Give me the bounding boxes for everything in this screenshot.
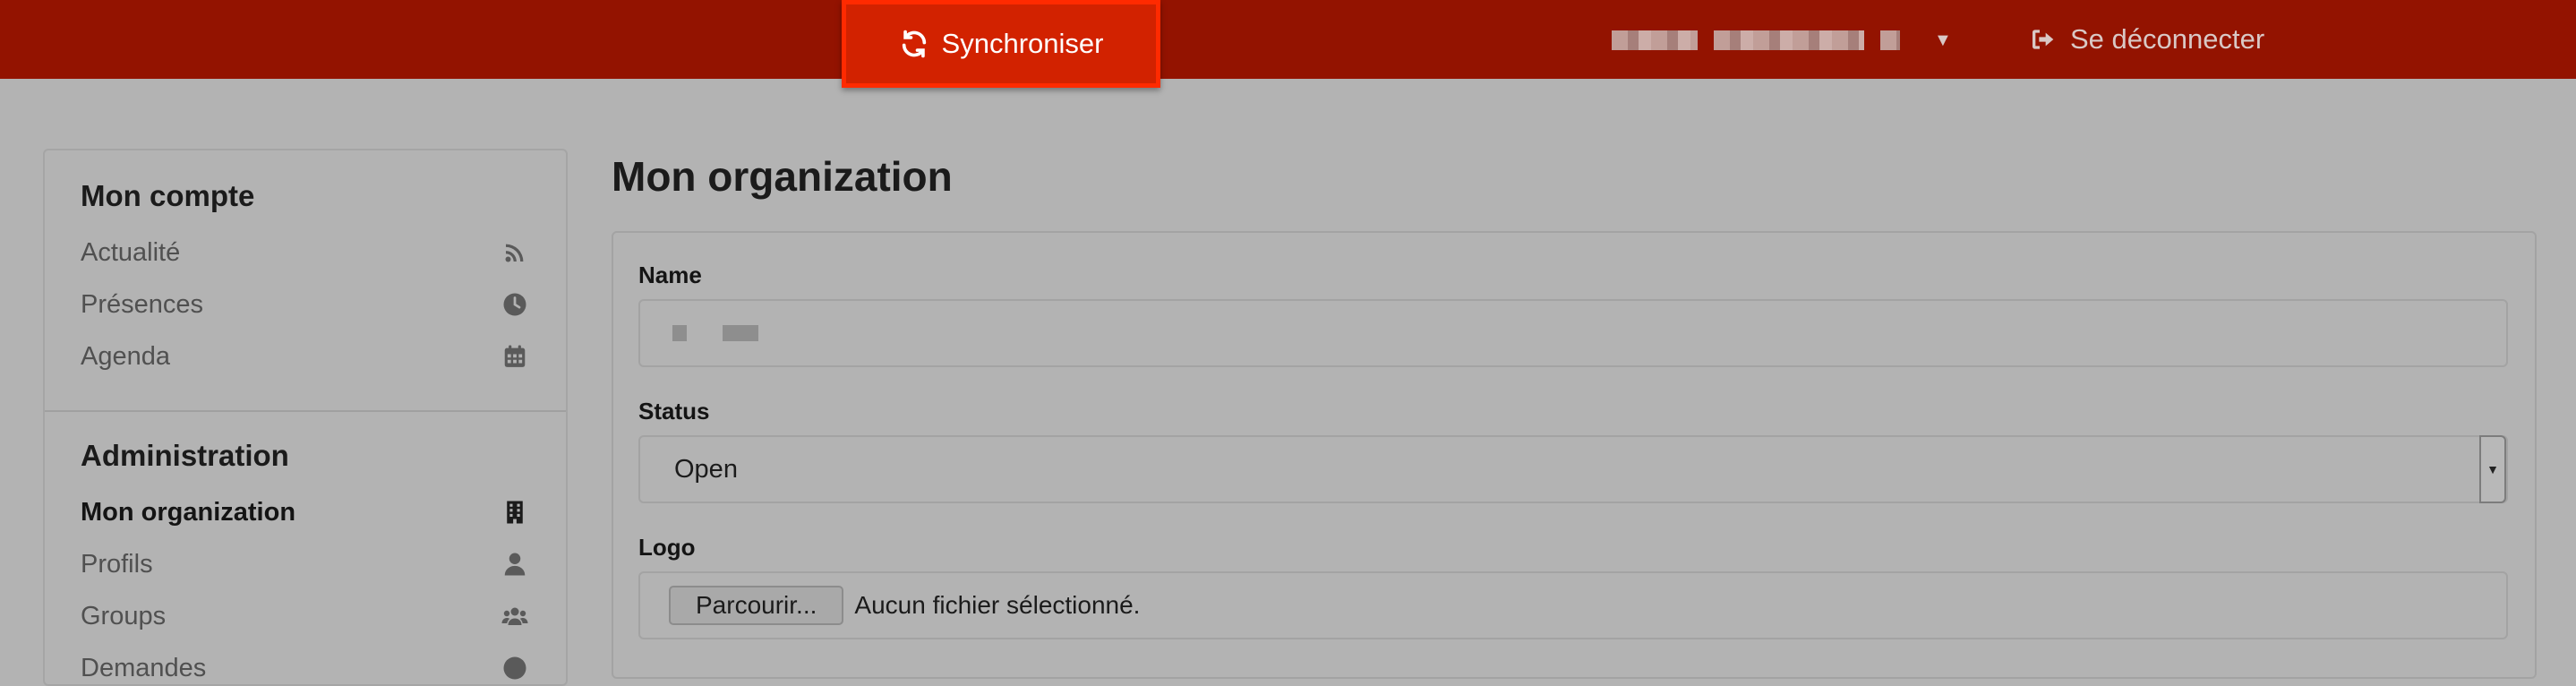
- top-navbar: Synchroniser ▼ Se déconnecter: [0, 0, 2576, 88]
- sync-button-label: Synchroniser: [941, 28, 1104, 59]
- users-icon: [501, 607, 528, 625]
- sign-out-icon: [2033, 30, 2054, 49]
- sidebar-item-actualite[interactable]: Actualité: [81, 235, 528, 270]
- sidebar-item-label: Profils: [81, 549, 153, 579]
- chevron-down-icon[interactable]: ▼: [2479, 435, 2506, 503]
- sidebar-item-label: Actualité: [81, 237, 181, 267]
- name-value-obscured: [672, 325, 758, 341]
- logout-label: Se déconnecter: [2070, 23, 2265, 55]
- browse-button[interactable]: Parcourir...: [669, 586, 844, 625]
- sidebar-item-agenda[interactable]: Agenda: [81, 339, 528, 374]
- username-obscured-3: [1880, 30, 1900, 50]
- calendar-icon: [504, 345, 526, 367]
- question-icon: [503, 656, 526, 680]
- clock-icon: [503, 293, 526, 316]
- user-menu[interactable]: ▼: [1612, 25, 1952, 56]
- username-obscured: [1612, 30, 1698, 50]
- sidebar-item-label: Mon organization: [81, 497, 296, 527]
- status-selected-value: Open: [674, 454, 738, 484]
- username-obscured-2: [1714, 30, 1864, 50]
- no-file-text: Aucun fichier sélectionné.: [854, 591, 1141, 619]
- sync-button[interactable]: Synchroniser: [842, 0, 1160, 88]
- name-input[interactable]: [638, 299, 2508, 367]
- sidebar-item-label: Présences: [81, 289, 204, 319]
- sidebar-item-label: Agenda: [81, 341, 170, 371]
- sidebar-item-label: Groups: [81, 601, 167, 630]
- building-icon: [507, 501, 523, 524]
- status-label: Status: [638, 398, 710, 424]
- name-label: Name: [638, 262, 702, 288]
- sidebar-item-demandes[interactable]: Demandes: [81, 650, 528, 686]
- page-title: Mon organization: [612, 153, 953, 200]
- section-title-administration: Administration: [81, 439, 289, 472]
- rss-icon: [505, 244, 524, 262]
- sidebar-item-presences[interactable]: Présences: [81, 287, 528, 322]
- refresh-icon: [902, 30, 926, 58]
- sidebar: Mon compte Actualité Présences Agenda Ad…: [43, 149, 568, 686]
- chevron-down-icon[interactable]: ▼: [1934, 30, 1952, 51]
- sidebar-item-groups[interactable]: Groups: [81, 598, 528, 634]
- user-icon: [504, 553, 526, 576]
- logo-file-input[interactable]: Parcourir... Aucun fichier sélectionné.: [638, 571, 2508, 639]
- sidebar-divider: [45, 410, 566, 412]
- logo-label: Logo: [638, 534, 696, 561]
- sidebar-item-mon-organization[interactable]: Mon organization: [81, 494, 528, 530]
- sidebar-item-label: Demandes: [81, 653, 207, 682]
- section-title-account: Mon compte: [81, 179, 255, 212]
- sidebar-item-profils[interactable]: Profils: [81, 546, 528, 582]
- status-select[interactable]: Open ▼: [638, 435, 2508, 503]
- logout-link[interactable]: Se déconnecter: [2029, 21, 2264, 57]
